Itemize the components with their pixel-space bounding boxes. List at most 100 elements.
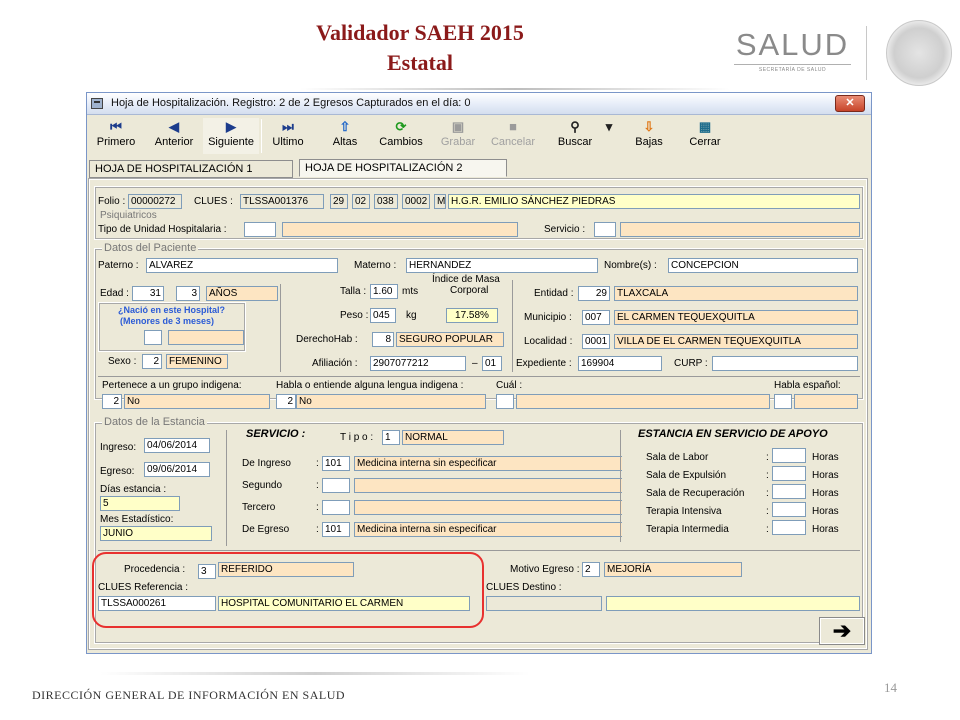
terapia-intensiva-field[interactable] <box>772 502 806 517</box>
municipio-field[interactable]: EL CARMEN TEQUEXQUITLA <box>614 310 858 325</box>
edad-unit-field[interactable]: AÑOS <box>206 286 278 301</box>
motivo-code-field[interactable]: 2 <box>582 562 600 577</box>
clues-label: CLUES : <box>194 196 233 207</box>
peso-unit: kg <box>406 310 417 321</box>
sala-expulsion-label: Sala de Expulsión <box>646 470 727 481</box>
nombres-field[interactable]: CONCEPCION <box>668 258 858 273</box>
tipo-unidad-field[interactable] <box>282 222 518 237</box>
imc-field[interactable]: 17.58% <box>446 308 498 323</box>
paterno-field[interactable]: ALVAREZ <box>146 258 338 273</box>
curp-label: CURP : <box>674 358 708 369</box>
add-label: Altas <box>332 136 358 148</box>
servicio-title: SERVICIO : <box>246 428 306 440</box>
previous-icon: ◀ <box>169 119 179 134</box>
talla-field[interactable]: 1.60 <box>370 284 398 299</box>
localidad-code-field[interactable]: 0001 <box>582 334 610 349</box>
cual-code-field[interactable] <box>496 394 514 409</box>
edad-code-field[interactable]: 3 <box>176 286 200 301</box>
search-dropdown-button[interactable]: ▾ <box>601 118 617 154</box>
dias-field[interactable]: 5 <box>100 496 180 511</box>
espanol-field[interactable] <box>794 394 858 409</box>
peso-field[interactable]: 045 <box>370 308 396 323</box>
previous-label: Anterior <box>154 136 194 148</box>
derechohab-label: DerechoHab : <box>296 334 358 345</box>
clues-part-4[interactable]: 0002 <box>402 194 430 209</box>
afiliacion-suffix-field[interactable]: 01 <box>482 356 502 371</box>
afiliacion-field[interactable]: 2907077212 <box>370 356 466 371</box>
sala-recuperacion-field[interactable] <box>772 484 806 499</box>
sexo-code-field[interactable]: 2 <box>142 354 162 369</box>
first-button[interactable]: ⏮ Primero <box>91 118 141 154</box>
clues-part-5[interactable]: M <box>434 194 446 209</box>
lengua-field[interactable]: No <box>296 394 486 409</box>
de-ingreso-code-field[interactable]: 101 <box>322 456 350 471</box>
window-close-button[interactable]: ✕ <box>835 95 865 112</box>
indigena-code-field[interactable]: 2 <box>102 394 122 409</box>
entidad-code-field[interactable]: 29 <box>578 286 610 301</box>
clues-field[interactable]: TLSSA001376 <box>240 194 324 209</box>
add-button[interactable]: ⇧ Altas <box>325 118 365 154</box>
hospital-name-field[interactable]: H.G.R. EMILIO SÁNCHEZ PIEDRAS <box>448 194 860 209</box>
clues-dest-name-field[interactable] <box>606 596 860 611</box>
close-label: Cerrar <box>689 136 721 148</box>
curp-field[interactable] <box>712 356 858 371</box>
close-button[interactable]: ▦ Cerrar <box>683 118 727 154</box>
save-button[interactable]: ▣ Grabar <box>437 118 479 154</box>
terapia-intermedia-field[interactable] <box>772 520 806 535</box>
derechohab-code-field[interactable]: 8 <box>372 332 394 347</box>
motivo-field[interactable]: MEJORÍA <box>604 562 742 577</box>
tipo-code-field[interactable]: 1 <box>382 430 400 445</box>
edad-field[interactable]: 31 <box>132 286 164 301</box>
tab-hoja-2[interactable]: HOJA DE HOSPITALIZACIÓN 2 <box>299 159 507 177</box>
tercero-code-field[interactable] <box>322 500 350 515</box>
edit-button[interactable]: ⟳ Cambios <box>375 118 427 154</box>
clues-part-3[interactable]: 038 <box>374 194 398 209</box>
folio-field[interactable]: 00000272 <box>128 194 182 209</box>
servicio-field[interactable] <box>620 222 860 237</box>
previous-button[interactable]: ◀ Anterior <box>147 118 201 154</box>
entidad-field[interactable]: TLAXCALA <box>614 286 858 301</box>
derechohab-field[interactable]: SEGURO POPULAR <box>396 332 504 347</box>
clues-part-1[interactable]: 29 <box>330 194 348 209</box>
tab-hoja-1[interactable]: HOJA DE HOSPITALIZACIÓN 1 <box>89 160 293 178</box>
municipio-label: Municipio : <box>524 312 572 323</box>
tipo-unidad-code-field[interactable] <box>244 222 276 237</box>
dias-label: Días estancia : <box>100 484 167 495</box>
cual-field[interactable] <box>516 394 770 409</box>
sala-expulsion-field[interactable] <box>772 466 806 481</box>
national-seal-icon <box>886 20 952 86</box>
lengua-code-field[interactable]: 2 <box>276 394 296 409</box>
next-page-button[interactable]: ➔ <box>819 617 865 645</box>
localidad-field[interactable]: VILLA DE EL CARMEN TEQUEXQUITLA <box>614 334 858 349</box>
clues-dest-field[interactable] <box>486 596 602 611</box>
tipo-field[interactable]: NORMAL <box>402 430 504 445</box>
indigena-label: Pertenece a un grupo indigena: <box>102 380 242 391</box>
materno-label: Materno : <box>354 260 397 271</box>
next-record-button[interactable]: ▶ Siguiente <box>203 118 259 154</box>
de-egreso-code-field[interactable]: 101 <box>322 522 350 537</box>
nacio-field[interactable] <box>168 330 244 345</box>
search-button[interactable]: ⚲ Buscar <box>553 118 597 154</box>
segundo-code-field[interactable] <box>322 478 350 493</box>
delete-button[interactable]: ⇩ Bajas <box>627 118 671 154</box>
expediente-field[interactable]: 169904 <box>578 356 662 371</box>
indigena-field[interactable]: No <box>124 394 270 409</box>
egreso-field[interactable]: 09/06/2014 <box>144 462 210 477</box>
materno-field[interactable]: HERNANDEZ <box>406 258 598 273</box>
paterno-label: Paterno : <box>98 260 139 271</box>
clues-part-2[interactable]: 02 <box>352 194 370 209</box>
sexo-field[interactable]: FEMENINO <box>166 354 228 369</box>
nacio-code-field[interactable] <box>144 330 162 345</box>
espanol-code-field[interactable] <box>774 394 792 409</box>
save-icon: ▣ <box>451 119 465 134</box>
servicio-code-field[interactable] <box>594 222 616 237</box>
slide-title-line2: Estatal <box>387 50 453 75</box>
mes-field[interactable]: JUNIO <box>100 526 212 541</box>
cancel-button[interactable]: ■ Cancelar <box>487 118 539 154</box>
last-button[interactable]: ⏭ Ultimo <box>265 118 311 154</box>
sala-labor-field[interactable] <box>772 448 806 463</box>
ingreso-field[interactable]: 04/06/2014 <box>144 438 210 453</box>
municipio-code-field[interactable]: 007 <box>582 310 610 325</box>
last-label: Ultimo <box>272 136 304 148</box>
expediente-label: Expediente : <box>516 358 572 369</box>
